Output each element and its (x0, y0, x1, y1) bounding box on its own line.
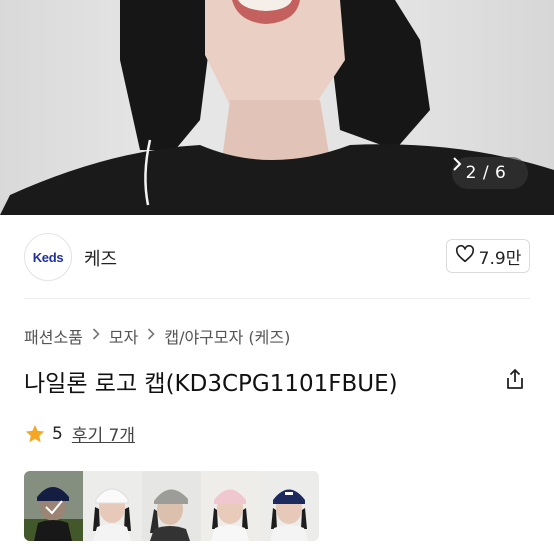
color-thumbnail-pink[interactable] (201, 471, 260, 541)
brand-logo-text: Keds (32, 249, 64, 265)
share-icon[interactable] (503, 367, 527, 391)
color-thumbnail-gray[interactable] (142, 471, 201, 541)
rating-row: 5 후기 7개 (24, 421, 135, 446)
color-thumbnail-white[interactable] (83, 471, 142, 541)
heart-outline-icon (455, 244, 475, 268)
page-counter: 2 / 6 (465, 163, 507, 183)
product-image-gallery[interactable]: 2 / 6 (0, 0, 554, 215)
gallery-page-indicator[interactable]: 2 / 6 (452, 157, 528, 189)
brand-row: Keds 케즈 7.9만 (24, 233, 530, 281)
reviews-link[interactable]: 후기 7개 (72, 421, 135, 446)
rating-score: 5 (52, 423, 63, 444)
brand-logo[interactable]: Keds (24, 233, 72, 281)
chevron-right-icon (147, 328, 155, 344)
divider (24, 298, 530, 299)
color-thumbnail-navy-2[interactable] (260, 471, 319, 541)
color-thumbnail-navy[interactable] (24, 471, 83, 541)
color-thumbnail-list (24, 471, 319, 541)
breadcrumb-item-subcategory[interactable]: 모자 (109, 324, 138, 348)
like-button[interactable]: 7.9만 (446, 239, 530, 273)
brand-name[interactable]: 케즈 (84, 245, 117, 271)
star-icon (24, 423, 46, 445)
breadcrumb: 패션소품 모자 캡/야구모자 (케즈) (24, 324, 290, 348)
product-title: 나일론 로고 캡(KD3CPG1101FBUE) (24, 371, 398, 397)
breadcrumb-item-current[interactable]: 캡/야구모자 (케즈) (164, 324, 290, 348)
breadcrumb-item-category[interactable]: 패션소품 (24, 324, 83, 348)
checkmark-icon (42, 495, 66, 519)
like-count: 7.9만 (478, 248, 522, 269)
chevron-right-icon (92, 328, 100, 344)
